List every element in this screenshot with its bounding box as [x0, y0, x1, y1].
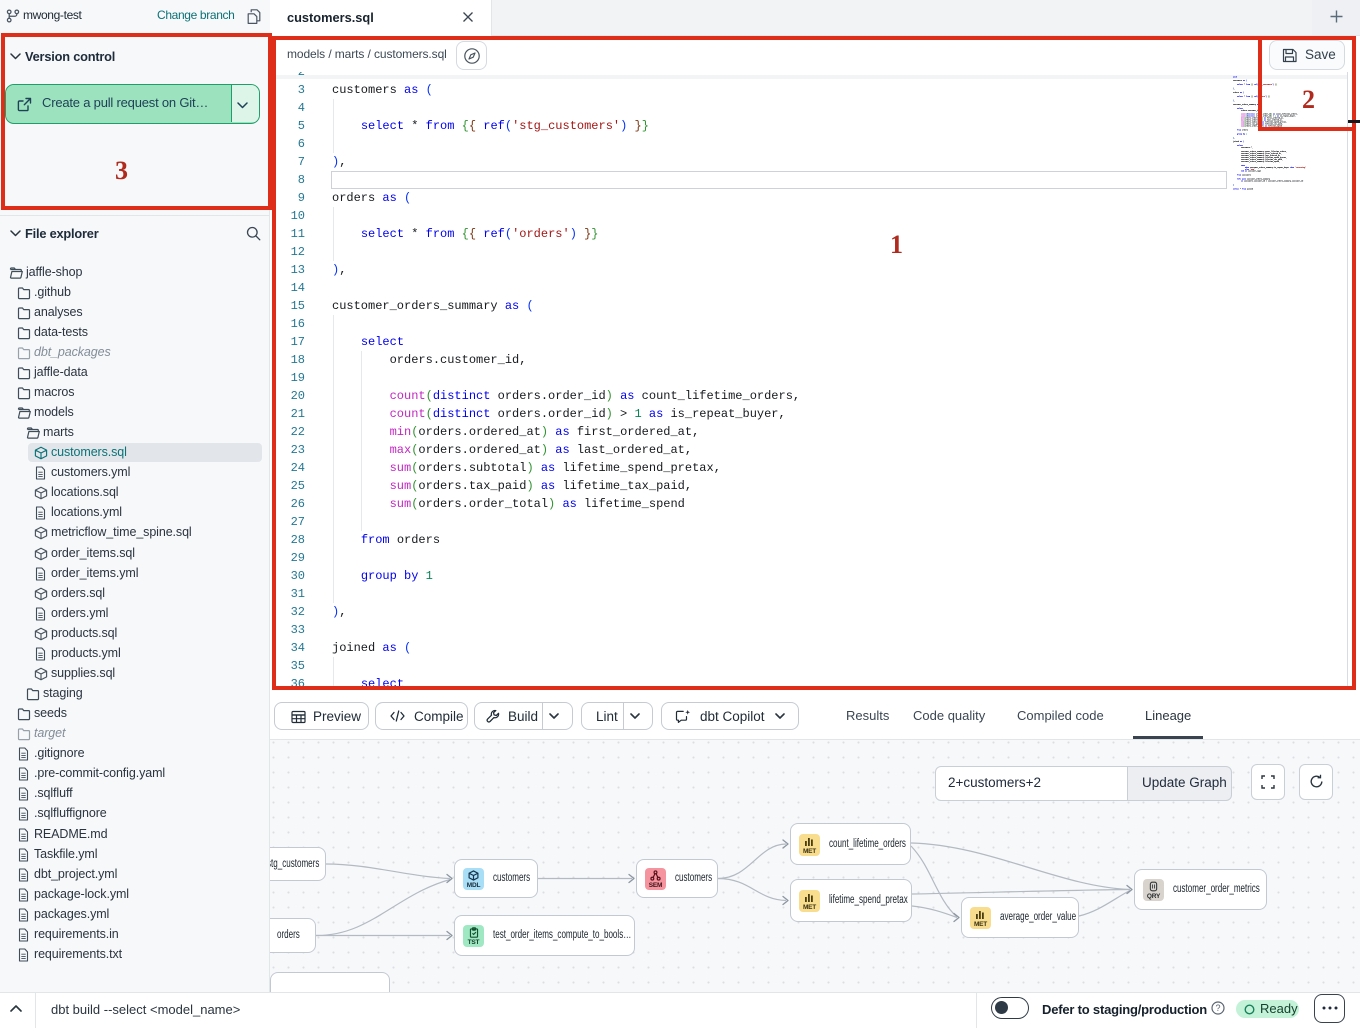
svg-text:?: ? [1215, 1003, 1220, 1013]
